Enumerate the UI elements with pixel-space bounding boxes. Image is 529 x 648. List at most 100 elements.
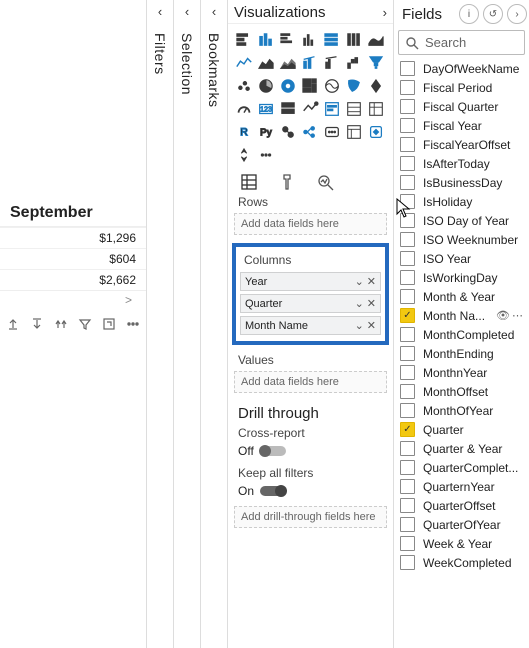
viz-stacked-area-icon[interactable] xyxy=(278,53,298,73)
bookmarks-rail[interactable]: ‹ Bookmarks xyxy=(201,0,228,648)
field-row[interactable]: WeekCompleted xyxy=(396,553,527,572)
viz-gauge-icon[interactable] xyxy=(234,99,254,119)
column-field-pill[interactable]: Year⌄✕ xyxy=(240,272,381,291)
expand-level-icon[interactable] xyxy=(54,317,68,334)
field-row[interactable]: IsBusinessDay xyxy=(396,173,527,192)
viz-decomposition-tree-icon[interactable] xyxy=(300,122,320,142)
checkbox[interactable] xyxy=(400,118,415,133)
column-field-pill[interactable]: Quarter⌄✕ xyxy=(240,294,381,313)
viz-area-icon[interactable] xyxy=(256,53,276,73)
field-row[interactable]: Month & Year xyxy=(396,287,527,306)
checkbox[interactable] xyxy=(400,384,415,399)
checkbox[interactable] xyxy=(400,289,415,304)
checkbox[interactable] xyxy=(400,517,415,532)
field-row[interactable]: MonthEnding xyxy=(396,344,527,363)
chevron-left-icon[interactable]: ‹ xyxy=(212,4,216,19)
cross-report-toggle[interactable]: Off xyxy=(228,442,393,464)
viz-stacked-bar-icon[interactable] xyxy=(234,30,254,50)
checkbox[interactable] xyxy=(400,270,415,285)
drill-down-icon[interactable] xyxy=(30,317,44,334)
viz-azure-map-icon[interactable] xyxy=(366,76,386,96)
field-row[interactable]: IsHoliday xyxy=(396,192,527,211)
viz-py-visual-icon[interactable]: Py xyxy=(256,122,276,142)
field-row[interactable]: IsWorkingDay xyxy=(396,268,527,287)
field-row[interactable]: IsAfterToday xyxy=(396,154,527,173)
selection-rail[interactable]: ‹ Selection xyxy=(174,0,201,648)
checkbox[interactable] xyxy=(400,156,415,171)
format-tab-icon[interactable] xyxy=(276,171,298,193)
field-row[interactable]: QuarterOfYear xyxy=(396,515,527,534)
viz-card-icon[interactable]: 123 xyxy=(256,99,276,119)
viz-line-icon[interactable] xyxy=(234,53,254,73)
viz-paginated-icon[interactable] xyxy=(344,122,364,142)
viz-kpi-icon[interactable] xyxy=(300,99,320,119)
viz-funnel-icon[interactable] xyxy=(366,53,386,73)
field-row[interactable]: Quarter xyxy=(396,420,527,439)
viz-key-influencers-icon[interactable] xyxy=(278,122,298,142)
viz-map-icon[interactable] xyxy=(322,76,342,96)
checkbox[interactable] xyxy=(400,327,415,342)
field-row[interactable]: Fiscal Period xyxy=(396,78,527,97)
field-row[interactable]: Quarter & Year xyxy=(396,439,527,458)
field-row[interactable]: Month Na...👁⋯ xyxy=(396,306,527,325)
checkbox[interactable] xyxy=(400,498,415,513)
more-options-icon[interactable] xyxy=(126,317,140,334)
values-well[interactable]: Add data fields here xyxy=(234,371,387,393)
field-row[interactable]: Fiscal Year xyxy=(396,116,527,135)
report-canvas[interactable]: September $1,296 $604 $2,662 > xyxy=(0,0,147,648)
field-row[interactable]: QuarterOffset xyxy=(396,496,527,515)
viz-pie-icon[interactable] xyxy=(256,76,276,96)
viz-power-apps-icon[interactable] xyxy=(366,122,386,142)
field-row[interactable]: ISO Weeknumber xyxy=(396,230,527,249)
remove-icon[interactable]: ✕ xyxy=(367,297,376,310)
checkbox[interactable] xyxy=(400,175,415,190)
more-icon[interactable]: ⋯ xyxy=(512,309,523,322)
info-icon[interactable]: i xyxy=(459,4,479,24)
focus-mode-icon[interactable] xyxy=(102,317,116,334)
viz-line-stacked-column-icon[interactable] xyxy=(300,53,320,73)
checkbox[interactable] xyxy=(400,441,415,456)
viz-waterfall-icon[interactable] xyxy=(344,53,364,73)
checkbox[interactable] xyxy=(400,232,415,247)
checkbox[interactable] xyxy=(400,194,415,209)
viz-slicer-icon[interactable] xyxy=(322,99,342,119)
field-row[interactable]: MonthCompleted xyxy=(396,325,527,344)
drill-up-icon[interactable] xyxy=(6,317,20,334)
eye-icon[interactable]: 👁 xyxy=(496,309,510,322)
chevron-left-icon[interactable]: ‹ xyxy=(185,4,189,19)
field-row[interactable]: MonthOffset xyxy=(396,382,527,401)
viz-ribbon-icon[interactable] xyxy=(366,30,386,50)
checkbox[interactable] xyxy=(400,479,415,494)
column-field-pill[interactable]: Month Name⌄✕ xyxy=(240,316,381,335)
viz-qna-icon[interactable] xyxy=(322,122,342,142)
viz-donut-icon[interactable] xyxy=(278,76,298,96)
field-row[interactable]: Week & Year xyxy=(396,534,527,553)
checkbox[interactable] xyxy=(400,346,415,361)
chevron-down-icon[interactable]: ⌄ xyxy=(355,297,364,310)
checkbox[interactable] xyxy=(400,403,415,418)
keep-filters-toggle[interactable]: On xyxy=(228,482,393,504)
chevron-down-icon[interactable]: ⌄ xyxy=(355,319,364,332)
checkbox[interactable] xyxy=(400,213,415,228)
viz-100-stacked-bar-icon[interactable] xyxy=(322,30,342,50)
checkbox[interactable] xyxy=(400,555,415,570)
checkbox[interactable] xyxy=(400,99,415,114)
viz-filled-map-icon[interactable] xyxy=(344,76,364,96)
checkbox[interactable] xyxy=(400,251,415,266)
fields-search[interactable]: Search xyxy=(398,30,525,55)
field-row[interactable]: QuarterComplet... xyxy=(396,458,527,477)
viz-stacked-column-icon[interactable] xyxy=(256,30,276,50)
viz-treemap-icon[interactable] xyxy=(300,76,320,96)
checkbox[interactable] xyxy=(400,137,415,152)
field-row[interactable]: DayOfWeekName xyxy=(396,59,527,78)
checkbox[interactable] xyxy=(400,80,415,95)
field-row[interactable]: FiscalYearOffset xyxy=(396,135,527,154)
checkbox[interactable] xyxy=(400,61,415,76)
chevron-right-icon[interactable]: › xyxy=(383,5,387,20)
fields-tab-icon[interactable] xyxy=(238,171,260,193)
viz-clustered-column-icon[interactable] xyxy=(300,30,320,50)
drillthrough-well[interactable]: Add drill-through fields here xyxy=(234,506,387,528)
chevron-left-icon[interactable]: ‹ xyxy=(158,4,162,19)
viz-scatter-icon[interactable] xyxy=(234,76,254,96)
checkbox[interactable] xyxy=(400,308,415,323)
